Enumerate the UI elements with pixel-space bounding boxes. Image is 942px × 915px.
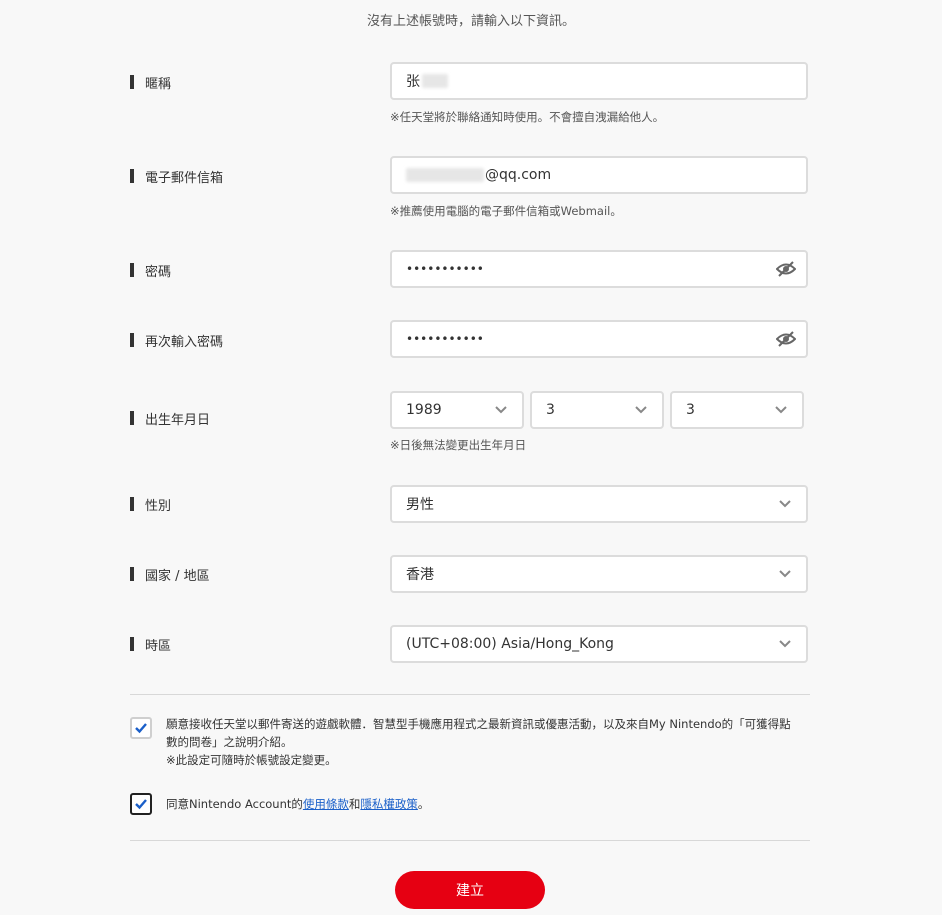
redacted-text: [422, 74, 448, 88]
country-label: 國家 / 地區: [130, 564, 210, 584]
chevron-down-icon: [779, 500, 791, 508]
intro-text: 沒有上述帳號時，請輸入以下資訊。: [366, 14, 575, 29]
newsletter-checkbox[interactable]: [130, 717, 152, 739]
checkmark-icon: [135, 723, 147, 734]
chevron-down-icon: [775, 406, 787, 414]
divider: [130, 694, 810, 695]
birth-year-select[interactable]: 1989: [390, 391, 524, 429]
birthday-note: ※日後無法變更出生年月日: [390, 438, 527, 452]
birthday-label: 出生年月日: [130, 408, 210, 428]
timezone-select[interactable]: (UTC+08:00) Asia/Hong_Kong: [390, 625, 808, 663]
chevron-down-icon: [635, 406, 647, 414]
newsletter-text: 願意接收任天堂以郵件寄送的遊戲軟體．智慧型手機應用程式之最新資訊或優惠活動，以及…: [166, 717, 791, 767]
privacy-link[interactable]: 隱私權政策: [360, 797, 418, 811]
birth-month-select[interactable]: 3: [530, 391, 664, 429]
chevron-down-icon: [779, 570, 791, 578]
country-select[interactable]: 香港: [390, 555, 808, 593]
email-note: ※推薦使用電腦的電子郵件信箱或Webmail。: [390, 204, 622, 218]
checkmark-icon: [135, 799, 147, 810]
label-bar: [130, 637, 134, 651]
label-bar: [130, 263, 134, 277]
label-bar: [130, 75, 134, 89]
timezone-label: 時區: [130, 634, 171, 654]
gender-label: 性別: [130, 494, 171, 514]
divider: [130, 840, 810, 841]
chevron-down-icon: [495, 406, 507, 414]
password-input[interactable]: •••••••••••: [390, 250, 808, 288]
label-bar: [130, 497, 134, 511]
password-label: 密碼: [130, 260, 171, 280]
birth-day-select[interactable]: 3: [670, 391, 804, 429]
label-bar: [130, 333, 134, 347]
nickname-input[interactable]: 张: [390, 62, 808, 100]
gender-select[interactable]: 男性: [390, 485, 808, 523]
redacted-text: [406, 168, 484, 182]
chevron-down-icon: [779, 640, 791, 648]
label-bar: [130, 567, 134, 581]
nickname-label: 暱稱: [130, 72, 171, 92]
nickname-note: ※任天堂將於聯絡通知時使用。不會擅自洩漏給他人。: [390, 110, 665, 124]
create-button[interactable]: 建立: [395, 871, 545, 909]
agree-text: 同意Nintendo Account的使用條款和隱私權政策。: [166, 797, 430, 811]
email-label: 電子郵件信箱: [130, 166, 223, 186]
password-confirm-input[interactable]: •••••••••••: [390, 320, 808, 358]
agree-checkbox[interactable]: [130, 793, 152, 815]
eye-slash-icon[interactable]: [776, 261, 796, 277]
terms-link[interactable]: 使用條款: [303, 797, 349, 811]
email-input[interactable]: @qq.com: [390, 156, 808, 194]
password-confirm-label: 再次輸入密碼: [130, 330, 223, 350]
label-bar: [130, 411, 134, 425]
label-bar: [130, 169, 134, 183]
eye-slash-icon[interactable]: [776, 331, 796, 347]
